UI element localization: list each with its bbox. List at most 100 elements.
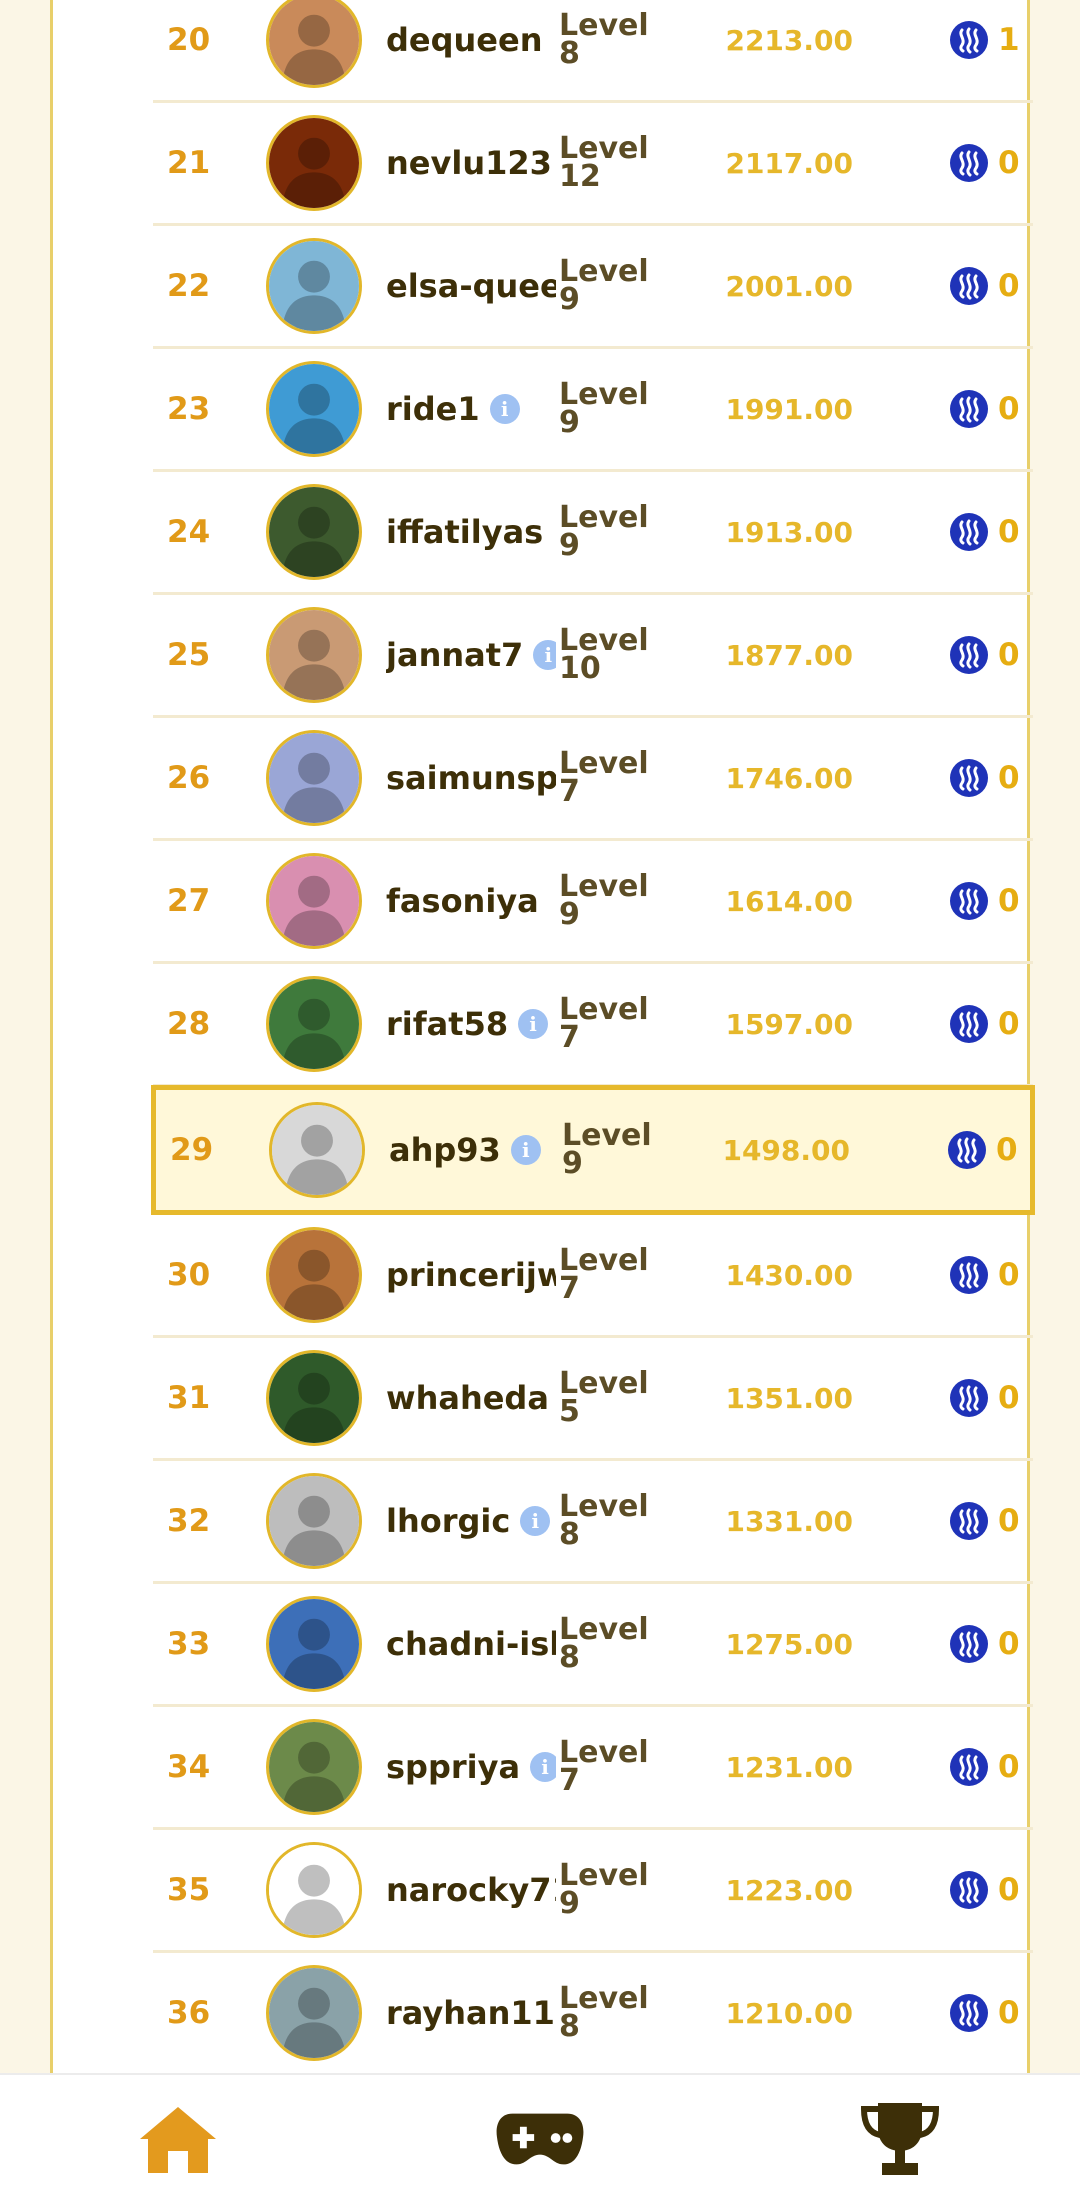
user-level: Level 9: [562, 1118, 652, 1181]
avatar[interactable]: [266, 1965, 362, 2061]
steem-icon: [950, 1871, 988, 1909]
username[interactable]: nevlu123: [386, 144, 552, 182]
steem-icon: [950, 1005, 988, 1043]
username[interactable]: iffatilyas: [386, 513, 543, 551]
leaderboard-row[interactable]: 24 iffatilyas Level 9 1913.00 0: [153, 472, 1033, 595]
username[interactable]: lhorgic: [386, 1502, 510, 1540]
rank-number: 34: [167, 1749, 211, 1785]
leaderboard-row[interactable]: 35 narocky71 Level 9 1223.00 0: [153, 1830, 1033, 1953]
user-level: Level 5: [559, 1366, 649, 1429]
user-level: Level 8: [559, 1612, 649, 1675]
username[interactable]: princerijwan: [386, 1256, 556, 1294]
leaderboard-row[interactable]: 28 rifat58 i Level 7 1597.00 0: [153, 964, 1033, 1087]
avatar[interactable]: [266, 115, 362, 211]
leaderboard-row[interactable]: 32 lhorgic i Level 8 1331.00 0: [153, 1461, 1033, 1584]
username[interactable]: dequeen: [386, 21, 542, 59]
avatar[interactable]: [266, 0, 362, 88]
username[interactable]: rifat58: [386, 1005, 508, 1043]
reward-count: 0: [998, 1006, 1020, 1042]
reward-count: 0: [998, 1257, 1020, 1293]
username-cell: iffatilyas: [386, 472, 556, 592]
username[interactable]: sppriya: [386, 1748, 520, 1786]
username[interactable]: whaheda: [386, 1379, 549, 1417]
avatar[interactable]: [266, 1719, 362, 1815]
username[interactable]: ride1: [386, 390, 480, 428]
leaderboard-row[interactable]: 23 ride1 i Level 9 1991.00 0: [153, 349, 1033, 472]
avatar[interactable]: [266, 730, 362, 826]
reward-count: 0: [998, 1626, 1020, 1662]
info-icon[interactable]: i: [530, 1752, 556, 1782]
username[interactable]: narocky71: [386, 1871, 556, 1909]
nav-games[interactable]: [495, 2099, 585, 2179]
score-value: 1275.00: [725, 1627, 853, 1661]
info-icon[interactable]: i: [533, 640, 556, 670]
rank-number: 35: [167, 1872, 211, 1908]
avatar[interactable]: [266, 1227, 362, 1323]
avatar-image: [269, 1722, 359, 1812]
leaderboard-row[interactable]: 30 princerijwanLevel 7 1430.00 0: [153, 1215, 1033, 1338]
avatar[interactable]: [269, 1102, 365, 1198]
leaderboard-row[interactable]: 31 whaheda Level 5 1351.00 0: [153, 1338, 1033, 1461]
username-cell: sppriya i: [386, 1707, 556, 1827]
avatar[interactable]: [266, 484, 362, 580]
info-icon[interactable]: i: [510, 1135, 541, 1165]
info-icon[interactable]: i: [489, 394, 520, 424]
steem-icon: [950, 636, 988, 674]
avatar[interactable]: [266, 1596, 362, 1692]
avatar[interactable]: [266, 1842, 362, 1938]
avatar[interactable]: [266, 976, 362, 1072]
score-value: 1498.00: [722, 1133, 850, 1167]
username-cell: chadni-islam: [386, 1584, 556, 1704]
info-icon[interactable]: i: [518, 1009, 549, 1039]
username[interactable]: ahp93: [389, 1131, 501, 1169]
current-user-row[interactable]: 29 ahp93 i Level 9 1498.00 0: [151, 1085, 1035, 1215]
rank-number: 29: [170, 1132, 214, 1168]
score-value: 1430.00: [725, 1258, 853, 1292]
leaderboard-row[interactable]: 26 saimunsp Level 7 1746.00 0: [153, 718, 1033, 841]
reward-count: 0: [998, 1995, 1020, 2031]
steem-icon: [950, 1379, 988, 1417]
username[interactable]: chadni-islam: [386, 1625, 556, 1663]
reward-count: 0: [998, 883, 1020, 919]
rank-number: 23: [167, 391, 211, 427]
score-value: 2213.00: [725, 23, 853, 57]
avatar-image: [269, 979, 359, 1069]
rank-number: 32: [167, 1503, 211, 1539]
username[interactable]: elsa-queen: [386, 267, 556, 305]
rank-number: 24: [167, 514, 211, 550]
avatar[interactable]: [266, 1473, 362, 1569]
leaderboard-row[interactable]: 27 fasoniya Level 9 1614.00 0: [153, 841, 1033, 964]
steem-icon: [950, 1994, 988, 2032]
nav-home[interactable]: [133, 2099, 223, 2179]
username[interactable]: rayhan111: [386, 1994, 556, 2032]
leaderboard-row[interactable]: 22 elsa-queenLevel 9 2001.00 0: [153, 226, 1033, 349]
avatar[interactable]: [266, 238, 362, 334]
avatar[interactable]: [266, 1350, 362, 1446]
username[interactable]: saimunsp: [386, 759, 556, 797]
nav-leaderboard[interactable]: [855, 2099, 945, 2179]
score-value: 1991.00: [725, 392, 853, 426]
info-icon[interactable]: i: [520, 1506, 551, 1536]
score-value: 1746.00: [725, 761, 853, 795]
avatar-image: [269, 610, 359, 700]
leaderboard-row[interactable]: 33 chadni-islamLevel 8 1275.00 0: [153, 1584, 1033, 1707]
reward-count: 1: [998, 22, 1020, 58]
avatar[interactable]: [266, 361, 362, 457]
steem-icon: [950, 1625, 988, 1663]
user-level: Level 9: [559, 869, 649, 932]
reward-count: 0: [998, 268, 1020, 304]
leaderboard-row[interactable]: 34 sppriya i Level 7 1231.00 0: [153, 1707, 1033, 1830]
leaderboard-row[interactable]: 25 jannat7 i Level 10 1877.00 0: [153, 595, 1033, 718]
steem-icon: [950, 21, 988, 59]
steem-icon: [950, 1256, 988, 1294]
leaderboard-row[interactable]: 20 dequeen Level 8 2213.00 1: [153, 0, 1033, 103]
username[interactable]: jannat7: [386, 636, 523, 674]
avatar[interactable]: [266, 607, 362, 703]
user-level: Level 8: [559, 1981, 649, 2044]
username[interactable]: fasoniya: [386, 882, 539, 920]
gamepad-icon: [496, 2113, 584, 2165]
avatar[interactable]: [266, 853, 362, 949]
leaderboard-row[interactable]: 21 nevlu123 Level 12 2117.00 0: [153, 103, 1033, 226]
leaderboard-row[interactable]: 36 rayhan111Level 8 1210.00 0: [153, 1953, 1033, 2076]
username-cell: jannat7 i: [386, 595, 556, 715]
